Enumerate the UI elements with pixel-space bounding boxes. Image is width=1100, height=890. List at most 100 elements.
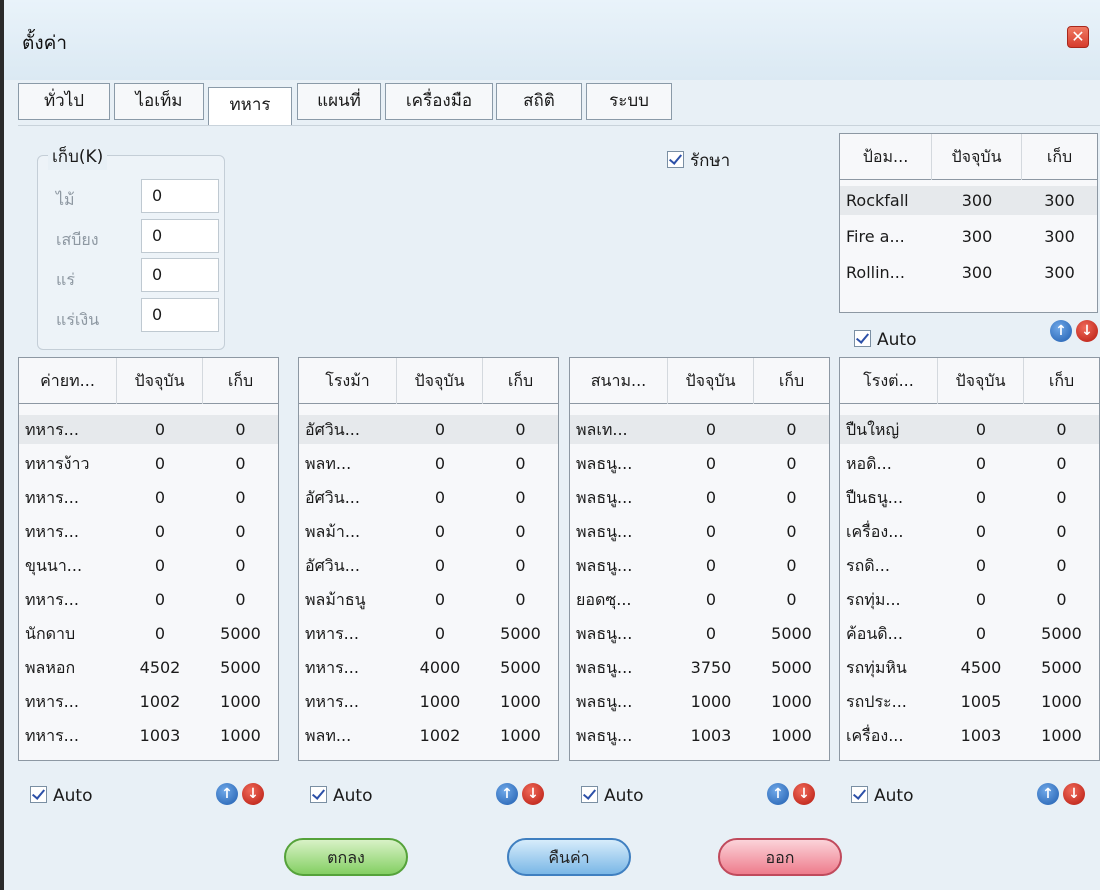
table-row[interactable]: ค้อนดิ... 0 5000 [840, 619, 1099, 648]
table-row[interactable]: เครื่อง... 0 0 [840, 517, 1099, 546]
arrow-down-icon[interactable]: ↓ [242, 783, 264, 805]
barracks-col-current[interactable]: ปัจจุบัน [117, 358, 203, 404]
table-row[interactable]: ขุนนา... 0 0 [19, 551, 278, 580]
tab-map[interactable]: แผนที่ [297, 83, 381, 120]
table-row[interactable]: หอดิ... 0 0 [840, 449, 1099, 478]
stock-input-ore[interactable]: 0 [141, 258, 219, 292]
stable-auto-box[interactable] [310, 786, 327, 803]
table-row[interactable]: พลธนู... 1003 1000 [570, 721, 829, 750]
arrow-down-icon[interactable]: ↓ [522, 783, 544, 805]
tab-general[interactable]: ทั่วไป [18, 83, 110, 120]
stable-col-store[interactable]: เก็บ [483, 358, 558, 404]
table-row[interactable]: ปืนใหญ่ 0 0 [840, 415, 1099, 444]
table-row[interactable]: ทหาร... 1002 1000 [19, 687, 278, 716]
unit-store: 5000 [771, 624, 812, 643]
defense-col-store[interactable]: เก็บ [1022, 134, 1097, 180]
range-col-name[interactable]: สนาม... [570, 358, 668, 404]
table-row[interactable]: พลธนู... 0 5000 [570, 619, 829, 648]
table-row[interactable]: ยอดซุ... 0 0 [570, 585, 829, 614]
arrow-up-icon[interactable]: ↑ [1050, 320, 1072, 342]
table-row[interactable]: ทหาร... 0 5000 [299, 619, 558, 648]
table-row[interactable]: พลหอก 4502 5000 [19, 653, 278, 682]
exit-button[interactable]: ออก [718, 838, 842, 876]
arrow-up-icon[interactable]: ↑ [1037, 783, 1059, 805]
workshop-col-current[interactable]: ปัจจุบัน [938, 358, 1024, 404]
reset-button[interactable]: คืนค่า [507, 838, 631, 876]
stable-col-name[interactable]: โรงม้า [299, 358, 397, 404]
table-row[interactable]: พลธนู... 0 0 [570, 449, 829, 478]
tab-stats[interactable]: สถิติ [496, 83, 582, 120]
ok-button[interactable]: ตกลง [284, 838, 408, 876]
table-row[interactable]: ทหาร... 0 0 [19, 585, 278, 614]
barracks-auto-box[interactable] [30, 786, 47, 803]
workshop-col-store[interactable]: เก็บ [1024, 358, 1099, 404]
table-row[interactable]: ทหาร... 4000 5000 [299, 653, 558, 682]
tab-soldiers[interactable]: ทหาร [208, 87, 292, 126]
table-row[interactable]: พลธนู... 1000 1000 [570, 687, 829, 716]
table-row[interactable]: ทหาร... 0 0 [19, 483, 278, 512]
table-row[interactable]: ทหาร... 0 0 [19, 415, 278, 444]
close-icon[interactable]: ✕ [1067, 26, 1089, 48]
arrow-down-icon[interactable]: ↓ [1076, 320, 1098, 342]
barracks-col-name[interactable]: ค่ายท... [19, 358, 117, 404]
table-row[interactable]: พลธนู... 3750 5000 [570, 653, 829, 682]
defense-col-current[interactable]: ปัจจุบัน [932, 134, 1022, 180]
table-row[interactable]: ทหาร... 1000 1000 [299, 687, 558, 716]
table-row[interactable]: รถทุ่มหิน 4500 5000 [840, 653, 1099, 682]
defense-auto-checkbox[interactable]: Auto [854, 330, 916, 350]
tab-tools[interactable]: เครื่องมือ [385, 83, 493, 120]
table-row[interactable]: อัศวิน... 0 0 [299, 483, 558, 512]
range-col-store[interactable]: เก็บ [754, 358, 829, 404]
table-row[interactable]: พลเท... 0 0 [570, 415, 829, 444]
table-row[interactable]: พลธนู... 0 0 [570, 483, 829, 512]
tab-items[interactable]: ไอเท็ม [114, 83, 204, 120]
table-row[interactable]: พลธนู... 0 0 [570, 517, 829, 546]
stock-input-wood[interactable]: 0 [141, 179, 219, 213]
stable-col-current[interactable]: ปัจจุบัน [397, 358, 483, 404]
unit-current: 1003 [690, 726, 732, 745]
table-row[interactable]: พลม้าธนู 0 0 [299, 585, 558, 614]
table-row[interactable]: พลท... 1002 1000 [299, 721, 558, 750]
stable-auto-checkbox[interactable]: Auto [310, 786, 372, 806]
barracks-auto-checkbox[interactable]: Auto [30, 786, 92, 806]
workshop-col-name[interactable]: โรงต่... [840, 358, 938, 404]
table-row[interactable]: นักดาบ 0 5000 [19, 619, 278, 648]
range-auto-checkbox[interactable]: Auto [581, 786, 643, 806]
table-row[interactable]: รถประ... 1005 1000 [840, 687, 1099, 716]
table-row[interactable]: รถดิ... 0 0 [840, 551, 1099, 580]
table-row[interactable]: พลธนู... 0 0 [570, 551, 829, 580]
unit-store: 1000 [220, 692, 261, 711]
range-auto-box[interactable] [581, 786, 598, 803]
table-row[interactable]: ทหาร... 0 0 [19, 517, 278, 546]
arrow-up-icon[interactable]: ↑ [216, 783, 238, 805]
stock-input-food[interactable]: 0 [141, 219, 219, 253]
table-row[interactable]: รถทุ่ม... 0 0 [840, 585, 1099, 614]
range-col-current[interactable]: ปัจจุบัน [668, 358, 754, 404]
workshop-auto-box[interactable] [851, 786, 868, 803]
table-row[interactable]: ปืนธนู... 0 0 [840, 483, 1099, 512]
guard-checkbox-box[interactable] [667, 151, 684, 168]
barracks-col-store[interactable]: เก็บ [203, 358, 278, 404]
defense-col-name[interactable]: ป้อม... [840, 134, 932, 180]
tab-panel-border [18, 125, 1100, 126]
arrow-up-icon[interactable]: ↑ [767, 783, 789, 805]
table-row[interactable]: ทหารง้าว 0 0 [19, 449, 278, 478]
table-row[interactable]: พลท... 0 0 [299, 449, 558, 478]
table-row[interactable]: เครื่อง... 1003 1000 [840, 721, 1099, 750]
arrow-down-icon[interactable]: ↓ [1063, 783, 1085, 805]
workshop-auto-checkbox[interactable]: Auto [851, 786, 913, 806]
arrow-down-icon[interactable]: ↓ [793, 783, 815, 805]
table-row[interactable]: อัศวิน... 0 0 [299, 551, 558, 580]
table-row[interactable]: อัศวิน... 0 0 [299, 415, 558, 444]
defense-auto-box[interactable] [854, 330, 871, 347]
stock-input-silver[interactable]: 0 [141, 298, 219, 332]
arrow-up-icon[interactable]: ↑ [496, 783, 518, 805]
defense-table-header: ป้อม... ปัจจุบัน เก็บ [840, 134, 1097, 180]
guard-checkbox[interactable]: รักษา [667, 147, 730, 174]
table-row[interactable]: Rollin... 300 300 [840, 258, 1097, 287]
tab-system[interactable]: ระบบ [586, 83, 672, 120]
table-row[interactable]: ทหาร... 1003 1000 [19, 721, 278, 750]
table-row[interactable]: Fire a... 300 300 [840, 222, 1097, 251]
table-row[interactable]: พลม้า... 0 0 [299, 517, 558, 546]
table-row[interactable]: Rockfall 300 300 [840, 186, 1097, 215]
